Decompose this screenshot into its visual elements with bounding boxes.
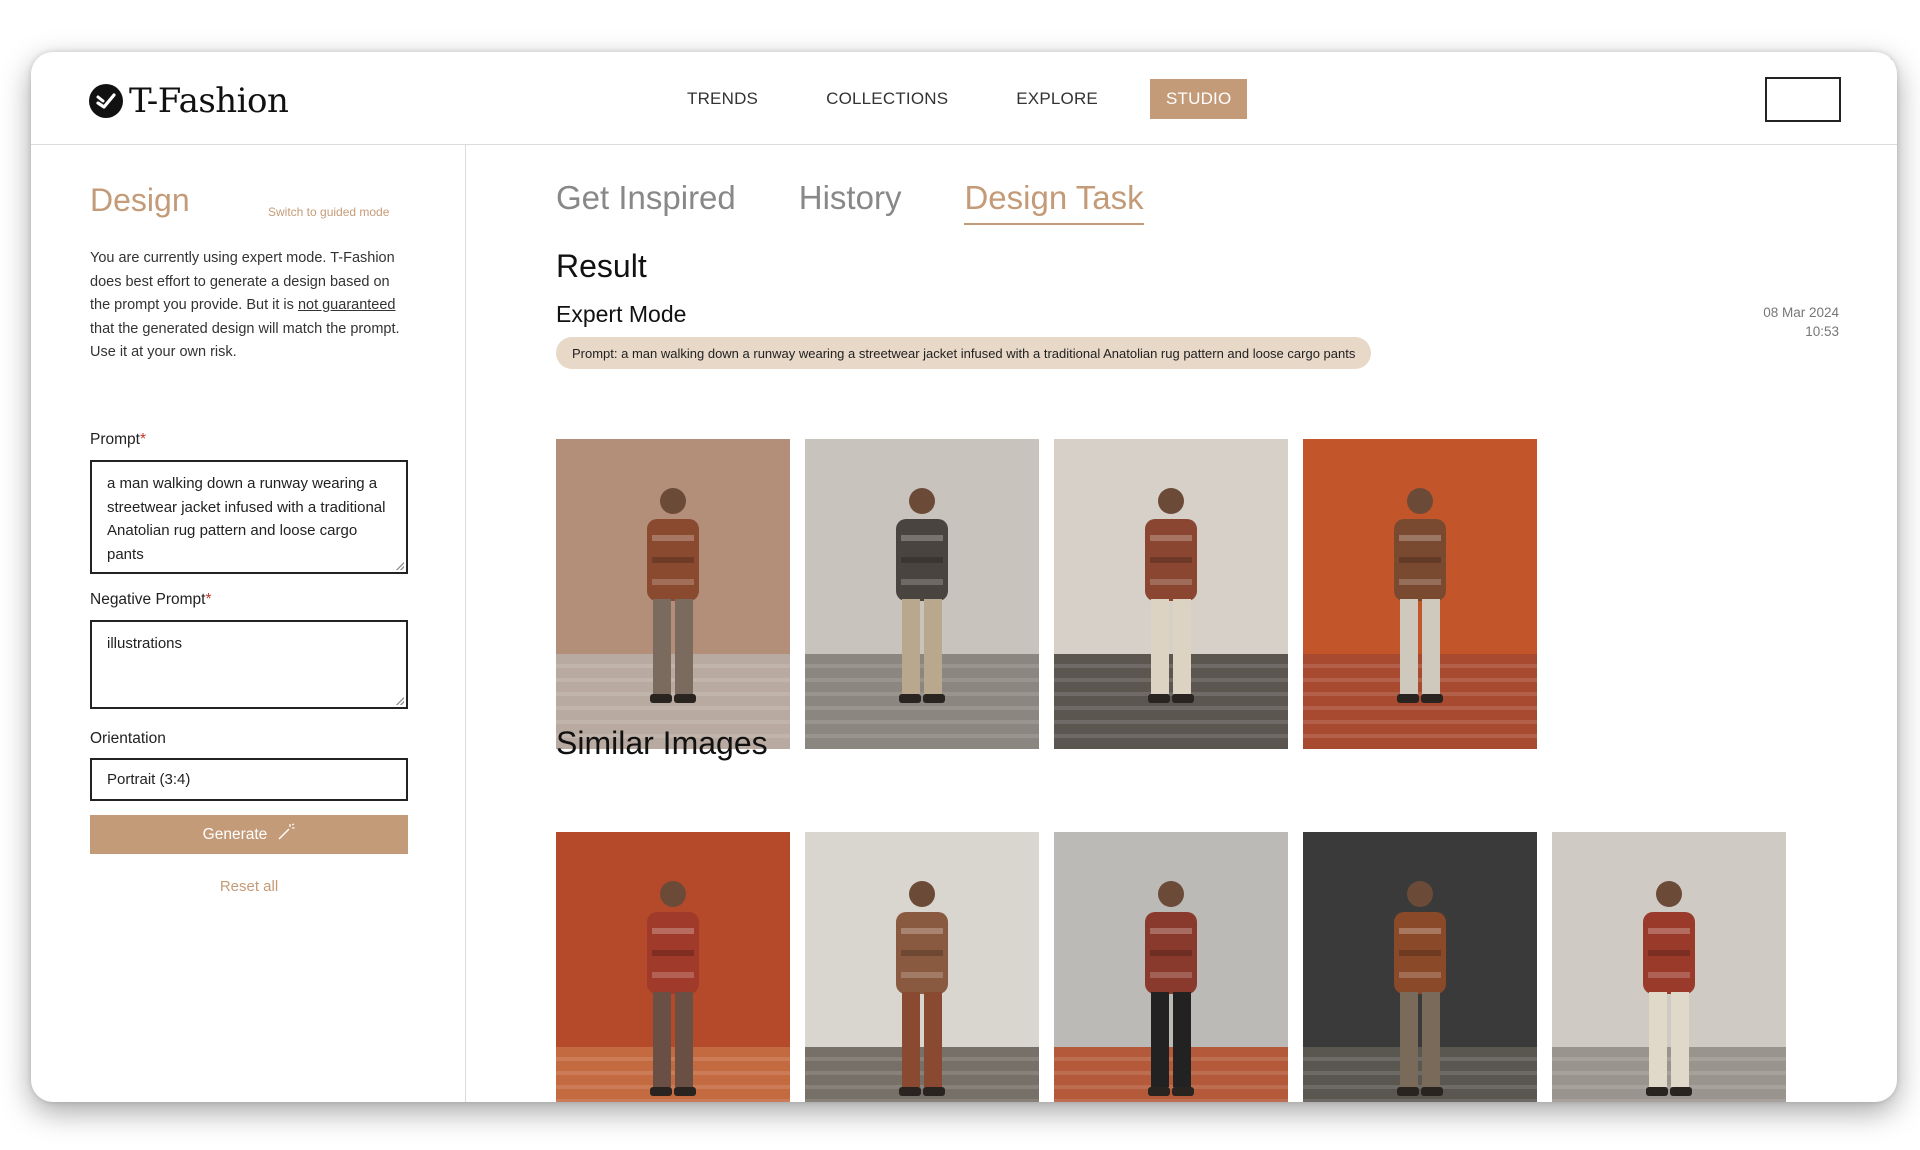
similar-images bbox=[556, 832, 1786, 1102]
resize-grip-icon[interactable] bbox=[396, 697, 404, 705]
brand-name: T-Fashion bbox=[129, 81, 289, 121]
result-timestamp: 08 Mar 2024 10:53 bbox=[1763, 303, 1839, 341]
expert-mode-description: You are currently using expert mode. T-F… bbox=[90, 247, 410, 365]
orientation-select[interactable]: Portrait (3:4) bbox=[90, 758, 408, 801]
not-guaranteed-link[interactable]: not guaranteed bbox=[298, 297, 396, 313]
top-header: T-Fashion TRENDS COLLECTIONS EXPLORE STU… bbox=[31, 52, 1897, 145]
prompt-required-mark: * bbox=[139, 431, 147, 448]
orientation-value: Portrait (3:4) bbox=[107, 771, 191, 788]
result-image[interactable] bbox=[1054, 439, 1288, 749]
result-time: 10:53 bbox=[1805, 324, 1839, 339]
result-heading: Result bbox=[556, 248, 647, 284]
design-title: Design bbox=[90, 182, 190, 218]
runway-photo bbox=[556, 832, 790, 1102]
brand-logo[interactable]: T-Fashion bbox=[89, 81, 289, 121]
negative-prompt-textarea[interactable]: illustrations bbox=[90, 620, 408, 709]
result-date: 08 Mar 2024 bbox=[1763, 305, 1839, 320]
prompt-value: a man walking down a runway wearing a st… bbox=[107, 475, 386, 563]
header-account-button[interactable] bbox=[1765, 77, 1841, 122]
similar-image[interactable] bbox=[805, 832, 1039, 1102]
similar-image[interactable] bbox=[1303, 832, 1537, 1102]
similar-image[interactable] bbox=[1054, 832, 1288, 1102]
prompt-label-text: Prompt bbox=[90, 431, 140, 448]
brand-check-icon bbox=[89, 84, 123, 118]
tab-get-inspired[interactable]: Get Inspired bbox=[556, 179, 736, 225]
similar-images-heading: Similar Images bbox=[556, 725, 768, 761]
description-text-2: that the generated design will match the… bbox=[90, 320, 400, 361]
prompt-textarea[interactable]: a man walking down a runway wearing a st… bbox=[90, 460, 408, 574]
nav-trends[interactable]: TRENDS bbox=[671, 79, 774, 119]
resize-grip-icon[interactable] bbox=[396, 562, 404, 570]
result-image[interactable] bbox=[556, 439, 790, 749]
design-sidebar: Design Switch to guided mode You are cur… bbox=[31, 145, 466, 1102]
orientation-label: Orientation bbox=[90, 730, 166, 747]
generate-label: Generate bbox=[202, 825, 268, 843]
tab-design-task[interactable]: Design Task bbox=[964, 179, 1144, 225]
runway-photo bbox=[556, 439, 790, 749]
prompt-label: Prompt* bbox=[90, 431, 146, 449]
studio-tabs: Get Inspired History Design Task bbox=[556, 179, 1207, 225]
nav-collections[interactable]: COLLECTIONS bbox=[810, 79, 964, 119]
result-image[interactable] bbox=[1303, 439, 1537, 749]
result-images bbox=[556, 439, 1537, 749]
runway-photo bbox=[1303, 439, 1537, 749]
result-image[interactable] bbox=[805, 439, 1039, 749]
negative-required-mark: * bbox=[205, 591, 212, 608]
runway-photo bbox=[1054, 439, 1288, 749]
negative-label-text: Negative Prompt bbox=[90, 591, 206, 608]
runway-photo bbox=[805, 832, 1039, 1102]
generate-button[interactable]: Generate bbox=[90, 815, 408, 854]
nav-explore[interactable]: EXPLORE bbox=[1000, 79, 1114, 119]
app-window: T-Fashion TRENDS COLLECTIONS EXPLORE STU… bbox=[31, 52, 1897, 1102]
runway-photo bbox=[805, 439, 1039, 749]
switch-guided-mode-link[interactable]: Switch to guided mode bbox=[268, 205, 389, 219]
reset-all-link[interactable]: Reset all bbox=[90, 878, 408, 895]
negative-prompt-value: illustrations bbox=[107, 635, 183, 652]
studio-main: Get Inspired History Design Task Result … bbox=[467, 145, 1897, 1102]
expert-mode-heading: Expert Mode bbox=[556, 301, 687, 327]
nav-studio[interactable]: STUDIO bbox=[1149, 79, 1248, 119]
similar-image[interactable] bbox=[556, 832, 790, 1102]
main-nav: TRENDS COLLECTIONS EXPLORE STUDIO bbox=[671, 79, 1248, 119]
negative-prompt-label: Negative Prompt* bbox=[90, 591, 212, 609]
runway-photo bbox=[1303, 832, 1537, 1102]
prompt-pill: Prompt: a man walking down a runway wear… bbox=[556, 337, 1372, 369]
runway-photo bbox=[1552, 832, 1786, 1102]
tab-history[interactable]: History bbox=[799, 179, 902, 225]
runway-photo bbox=[1054, 832, 1288, 1102]
magic-wand-icon bbox=[277, 823, 295, 846]
similar-image[interactable] bbox=[1552, 832, 1786, 1102]
